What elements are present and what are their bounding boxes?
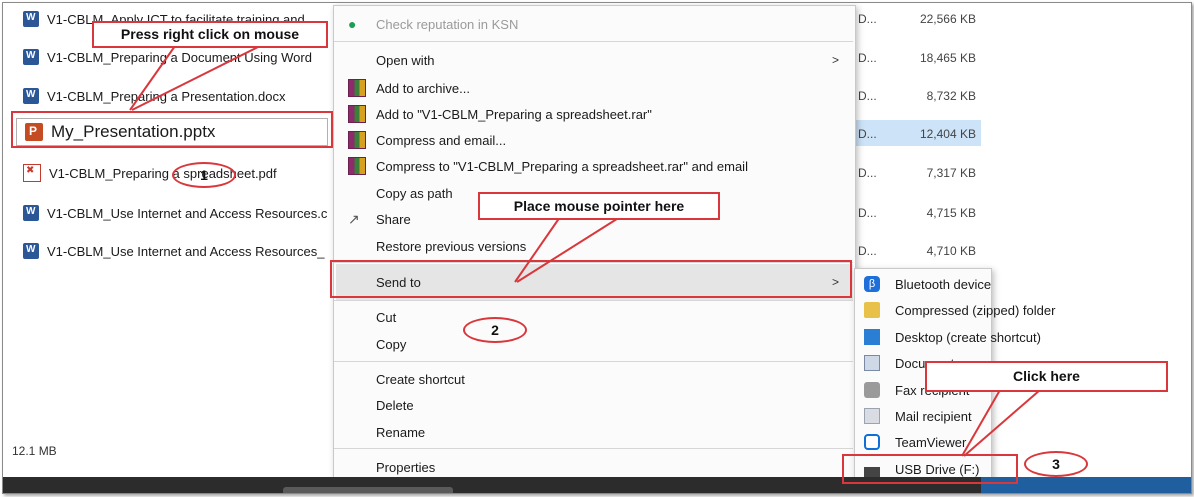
step-1-marker: 1 xyxy=(172,162,236,188)
pointer-line xyxy=(961,389,1001,457)
pointer-line xyxy=(131,45,261,111)
step-2-marker: 2 xyxy=(463,317,527,343)
highlight-send-to xyxy=(330,260,852,298)
pointer-line xyxy=(963,389,1041,457)
step-3-marker: 3 xyxy=(1024,451,1088,477)
highlight-usb-drive xyxy=(842,454,1018,484)
highlight-selected-file xyxy=(11,111,333,148)
callout-click-here: Click here xyxy=(925,361,1168,392)
annotation-lines xyxy=(129,45,1041,457)
callout-place-pointer: Place mouse pointer here xyxy=(478,192,720,220)
callout-right-click: Press right click on mouse xyxy=(92,21,328,48)
